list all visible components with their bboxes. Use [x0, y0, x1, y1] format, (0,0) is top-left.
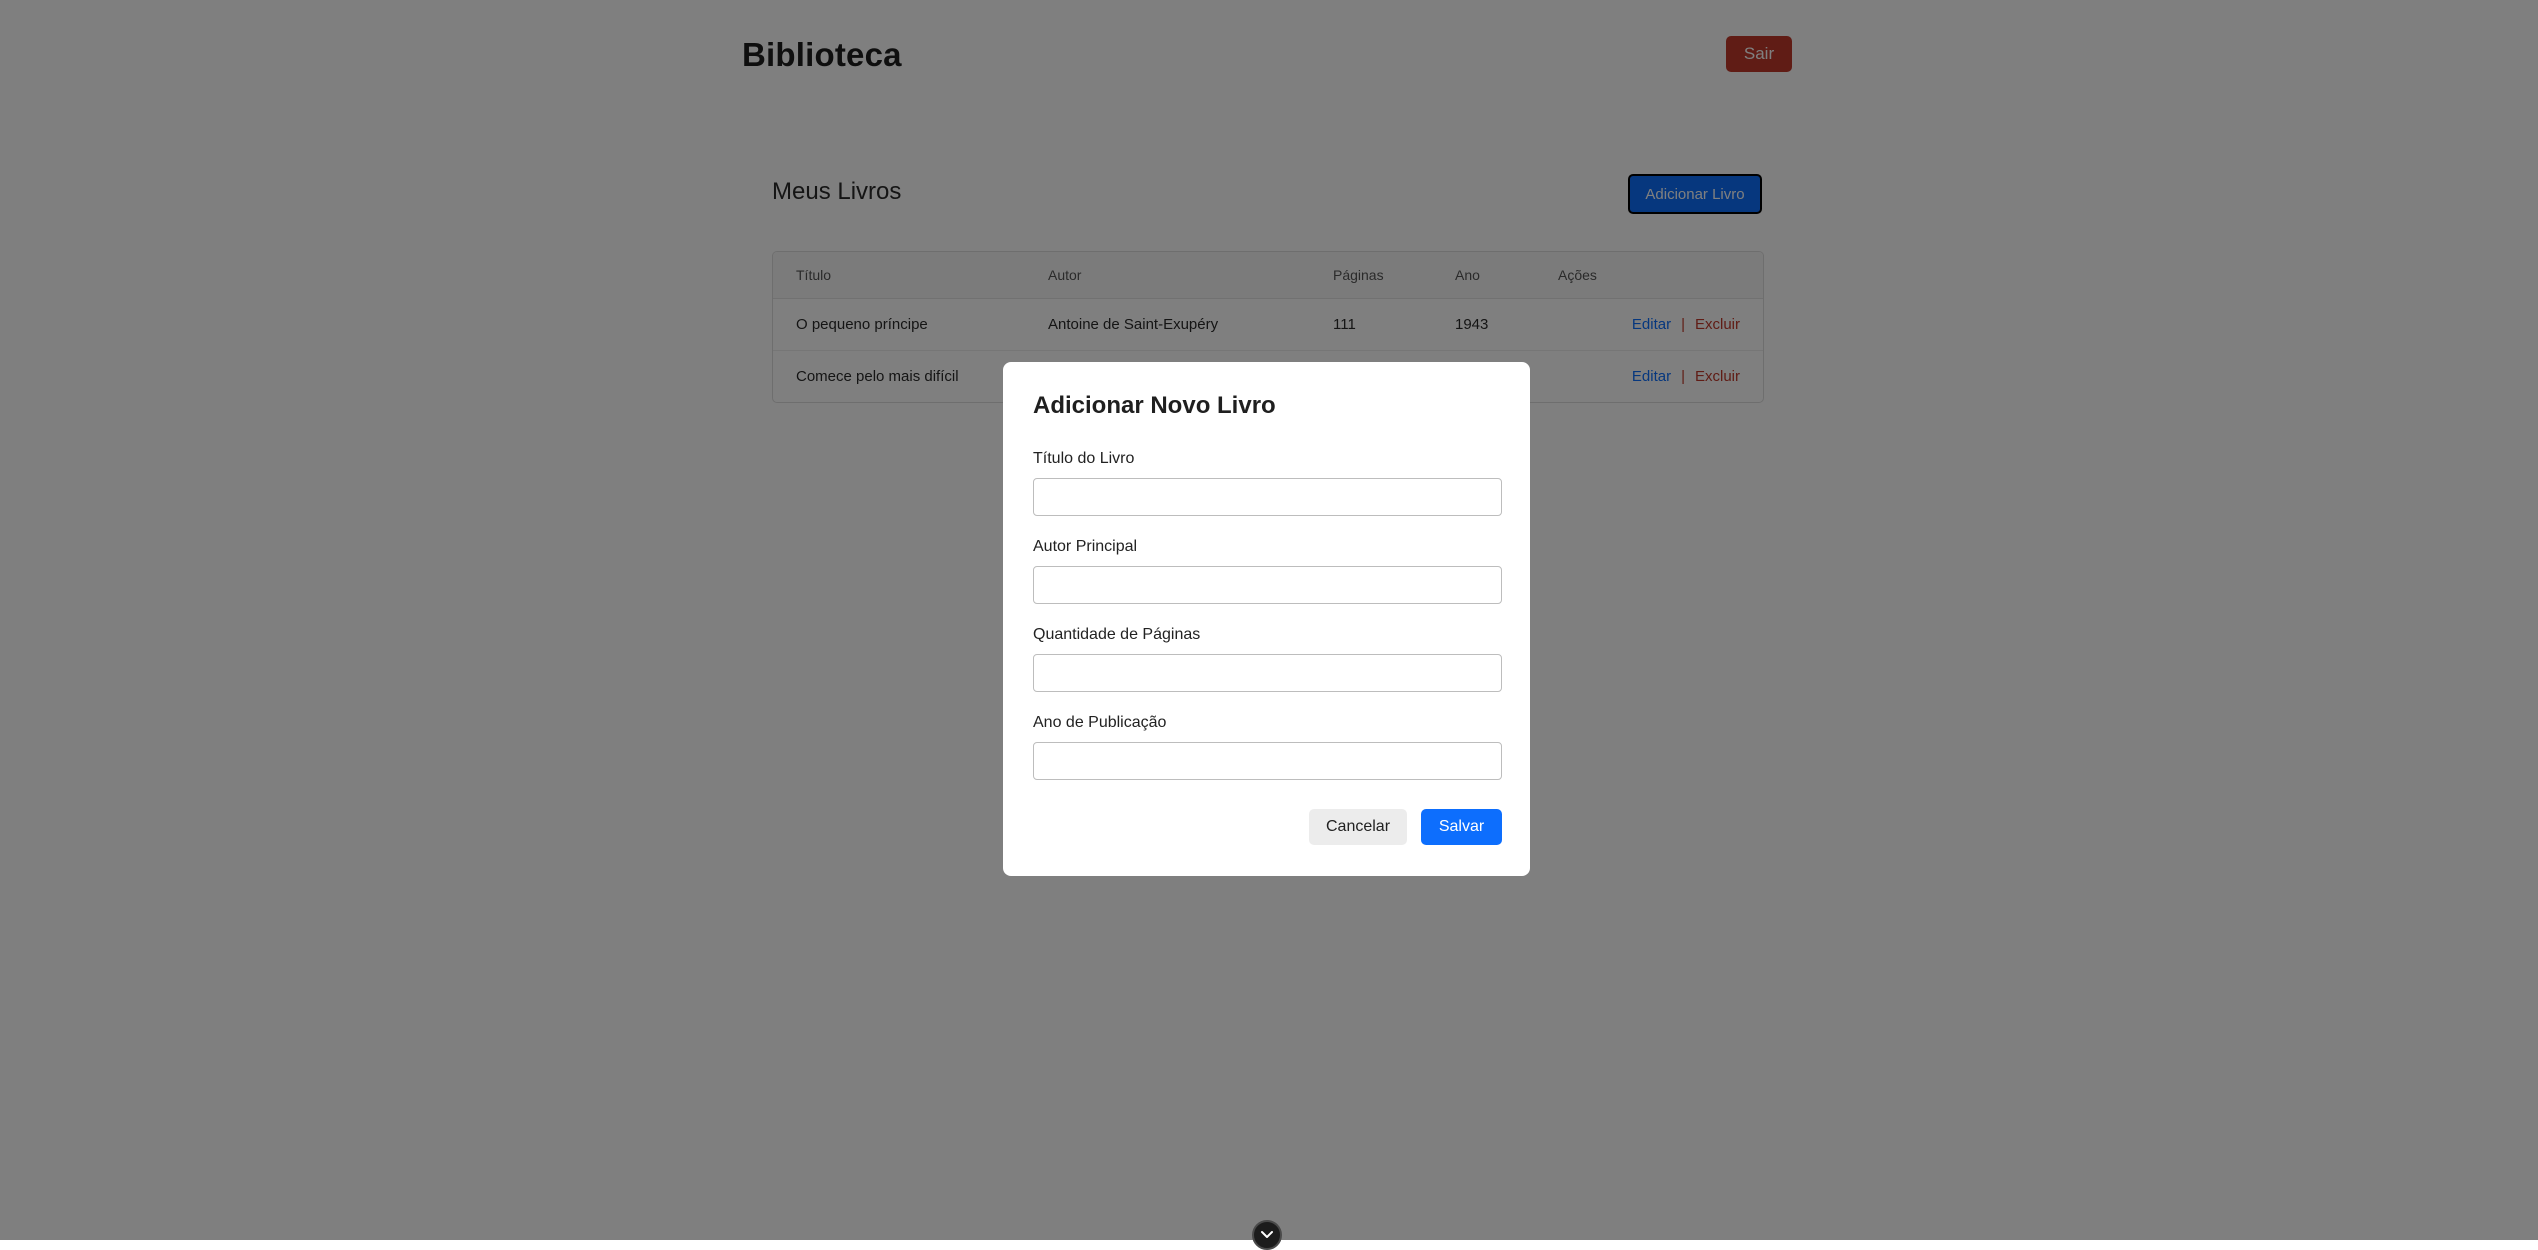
- floating-toggle-button[interactable]: [1252, 1220, 1282, 1250]
- book-title-input[interactable]: [1033, 478, 1502, 516]
- author-input[interactable]: [1033, 566, 1502, 604]
- year-input[interactable]: [1033, 742, 1502, 780]
- cancel-button[interactable]: Cancelar: [1309, 809, 1407, 845]
- chevron-down-icon: [1261, 1231, 1273, 1238]
- year-label: Ano de Publicação: [1033, 714, 1167, 731]
- author-label: Autor Principal: [1033, 538, 1138, 555]
- app-page: Biblioteca Sair Meus Livros Adicionar Li…: [0, 0, 2538, 1250]
- add-book-modal: Adicionar Novo Livro Título do Livro Aut…: [1003, 362, 1530, 876]
- pages-label: Quantidade de Páginas: [1033, 626, 1201, 643]
- save-button[interactable]: Salvar: [1421, 809, 1502, 845]
- book-title-label: Título do Livro: [1033, 450, 1135, 467]
- pages-input[interactable]: [1033, 654, 1502, 692]
- modal-title: Adicionar Novo Livro: [1033, 392, 1276, 419]
